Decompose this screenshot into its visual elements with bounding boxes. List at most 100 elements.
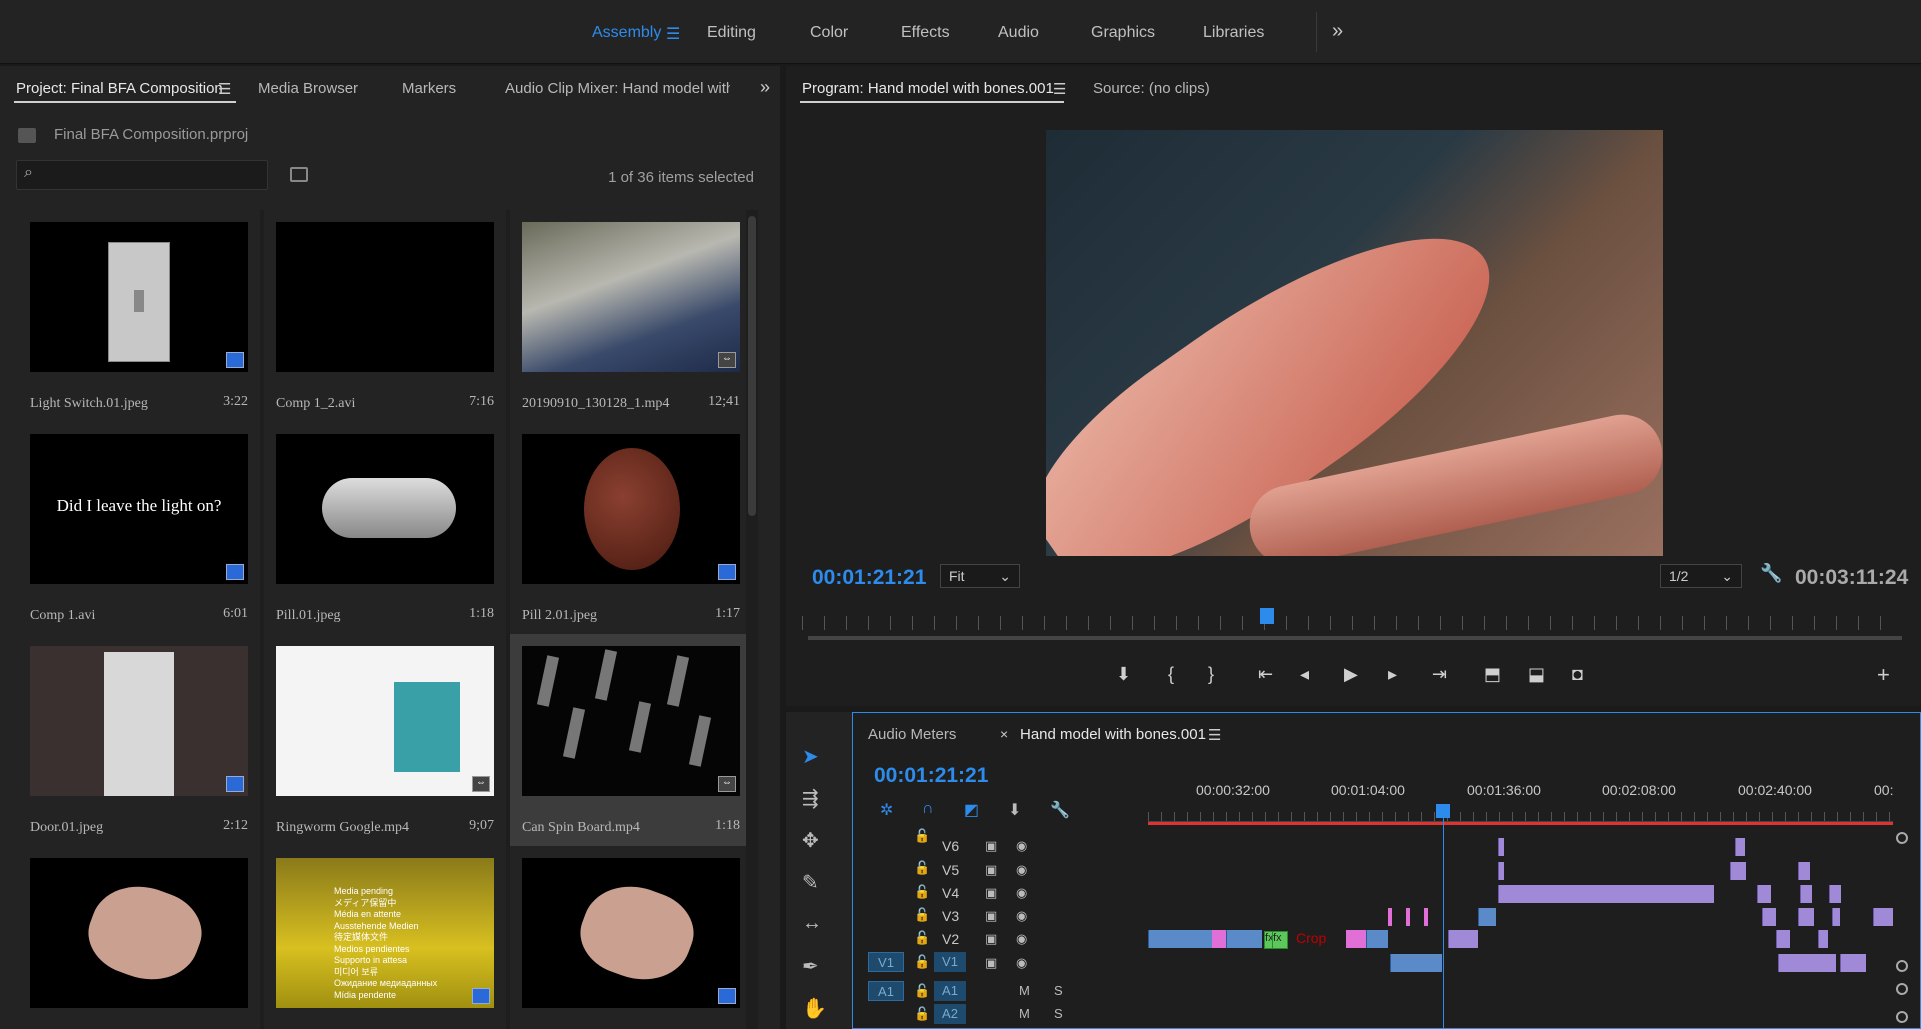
- lock-icon[interactable]: 🔓: [914, 1006, 930, 1022]
- track-target-a2[interactable]: A2: [934, 1004, 966, 1024]
- linked-selection-icon[interactable]: ◩: [964, 800, 979, 820]
- wrench-icon[interactable]: 🔧: [1760, 563, 1782, 584]
- hamburger-menu-icon[interactable]: ☰: [1208, 726, 1221, 744]
- pink-clip[interactable]: [1212, 930, 1226, 948]
- video-clip[interactable]: [1730, 862, 1746, 880]
- play-icon[interactable]: ▶: [1344, 664, 1358, 685]
- current-timecode[interactable]: 00:01:21:21: [812, 566, 926, 590]
- export-frame-icon[interactable]: ◘: [1572, 664, 1583, 685]
- scrollbar-thumb[interactable]: [748, 216, 756, 516]
- blue-clip[interactable]: [1148, 930, 1212, 948]
- hamburger-menu-icon[interactable]: ☰: [218, 80, 231, 98]
- fx-badge[interactable]: fx: [1272, 931, 1288, 949]
- blue-clip[interactable]: [1226, 930, 1262, 948]
- wrench-icon[interactable]: 🔧: [1050, 800, 1070, 820]
- tab-audio-clip-mixer[interactable]: Audio Clip Mixer: Hand model with b: [505, 80, 730, 97]
- video-clip[interactable]: [1832, 908, 1840, 926]
- mute-button[interactable]: M: [1019, 1006, 1030, 1021]
- mark-in-icon[interactable]: {: [1168, 664, 1174, 685]
- ws-tab-color[interactable]: Color: [810, 24, 848, 42]
- media-tile[interactable]: Pill.01.jpeg 1:18: [264, 422, 506, 634]
- tab-sequence[interactable]: Hand model with bones.001: [1020, 726, 1206, 743]
- step-forward-icon[interactable]: ▸: [1388, 664, 1397, 685]
- tab-audio-meters[interactable]: Audio Meters: [868, 726, 956, 743]
- ws-tab-assembly[interactable]: Assembly: [592, 24, 661, 42]
- video-clip[interactable]: [1840, 954, 1866, 972]
- video-clip[interactable]: [1818, 930, 1828, 948]
- media-tile[interactable]: [18, 846, 260, 1029]
- lock-icon[interactable]: 🔓: [914, 860, 930, 876]
- ws-tab-effects[interactable]: Effects: [901, 24, 950, 42]
- tab-program[interactable]: Program: Hand model with bones.001: [802, 80, 1054, 97]
- media-tile[interactable]: ⇔ 20190910_130128_1.mp4 12;41: [510, 210, 752, 422]
- lock-icon[interactable]: 🔓: [914, 884, 930, 900]
- step-back-icon[interactable]: ◂: [1300, 664, 1309, 685]
- lift-icon[interactable]: ⬒: [1484, 664, 1501, 685]
- lock-icon[interactable]: 🔓: [914, 828, 930, 844]
- double-chevron-right-icon[interactable]: »: [1332, 20, 1343, 43]
- media-tile[interactable]: Door.01.jpeg 2:12: [18, 634, 260, 846]
- media-tile-selected[interactable]: ⇔ Can Spin Board.mp4 1:18: [510, 634, 752, 846]
- add-marker-icon[interactable]: ⬇: [1008, 800, 1021, 820]
- source-patch-a1[interactable]: A1: [868, 981, 904, 1001]
- mark-out-icon[interactable]: }: [1208, 664, 1214, 685]
- double-chevron-right-icon[interactable]: »: [760, 77, 770, 98]
- track-target-a1[interactable]: A1: [934, 981, 966, 1001]
- hamburger-menu-icon[interactable]: ☰: [666, 24, 680, 44]
- tab-source[interactable]: Source: (no clips): [1093, 80, 1210, 97]
- close-icon[interactable]: ×: [1000, 726, 1008, 742]
- ws-tab-audio[interactable]: Audio: [998, 24, 1039, 42]
- eye-icon[interactable]: ◉: [1016, 838, 1027, 854]
- selection-tool-icon[interactable]: ➤: [802, 744, 819, 769]
- playhead[interactable]: [1260, 608, 1275, 624]
- scroll-handle[interactable]: [1896, 960, 1908, 972]
- ripple-edit-tool-icon[interactable]: ✥: [802, 828, 819, 853]
- ws-tab-libraries[interactable]: Libraries: [1203, 24, 1264, 42]
- search-input[interactable]: [16, 160, 268, 190]
- zoom-dropdown[interactable]: Fit ⌄: [940, 564, 1020, 588]
- video-clip[interactable]: [1762, 908, 1776, 926]
- hand-tool-icon[interactable]: ✋: [802, 996, 827, 1021]
- scrubber-ticks[interactable]: [802, 616, 1902, 630]
- tab-markers[interactable]: Markers: [402, 80, 456, 97]
- pen-tool-icon[interactable]: ✒: [802, 954, 819, 979]
- blue-clip[interactable]: [1390, 954, 1442, 972]
- video-clip[interactable]: [1829, 885, 1841, 903]
- slip-tool-icon[interactable]: ↔: [802, 912, 822, 935]
- snap-magnet-icon[interactable]: ∩: [922, 800, 934, 818]
- sync-lock-icon[interactable]: ▣: [985, 885, 997, 901]
- lock-icon[interactable]: 🔓: [914, 930, 930, 946]
- sequence-timecode[interactable]: 00:01:21:21: [874, 764, 988, 788]
- scroll-handle[interactable]: [1896, 1011, 1908, 1023]
- go-to-out-icon[interactable]: ⇥: [1432, 664, 1447, 685]
- button-editor-plus-icon[interactable]: +: [1877, 662, 1890, 688]
- video-clip[interactable]: [1778, 954, 1836, 972]
- sync-lock-icon[interactable]: ▣: [985, 908, 997, 924]
- video-clip[interactable]: [1798, 862, 1810, 880]
- media-tile[interactable]: Did I leave the light on? Comp 1.avi 6:0…: [18, 422, 260, 634]
- lock-icon[interactable]: 🔓: [914, 907, 930, 923]
- eye-icon[interactable]: ◉: [1016, 908, 1027, 924]
- media-tile[interactable]: Light Switch.01.jpeg 3:22: [18, 210, 260, 422]
- blue-clip[interactable]: [1366, 930, 1388, 948]
- video-clip[interactable]: [1498, 862, 1504, 880]
- time-ruler[interactable]: [1148, 812, 1893, 822]
- timeline-playhead[interactable]: [1436, 804, 1450, 818]
- media-tile[interactable]: Media pending メディア保留中 Média en attente A…: [264, 846, 506, 1029]
- track-target-v1[interactable]: V1: [934, 952, 966, 972]
- sync-lock-icon[interactable]: ▣: [985, 862, 997, 878]
- add-marker-icon[interactable]: ⬇: [1116, 664, 1131, 685]
- blue-clip[interactable]: [1478, 908, 1496, 926]
- video-clip[interactable]: [1735, 838, 1745, 856]
- video-clip[interactable]: [1798, 908, 1814, 926]
- hamburger-menu-icon[interactable]: ☰: [1053, 80, 1066, 98]
- new-bin-icon[interactable]: [290, 167, 308, 182]
- video-clip[interactable]: [1800, 885, 1812, 903]
- video-clip[interactable]: [1757, 885, 1771, 903]
- nest-icon[interactable]: ✲: [880, 800, 893, 820]
- sync-lock-icon[interactable]: ▣: [985, 838, 997, 854]
- sync-lock-icon[interactable]: ▣: [985, 931, 997, 947]
- video-clip[interactable]: [1873, 908, 1893, 926]
- zoom-bar[interactable]: [808, 636, 1902, 640]
- eye-icon[interactable]: ◉: [1016, 931, 1027, 947]
